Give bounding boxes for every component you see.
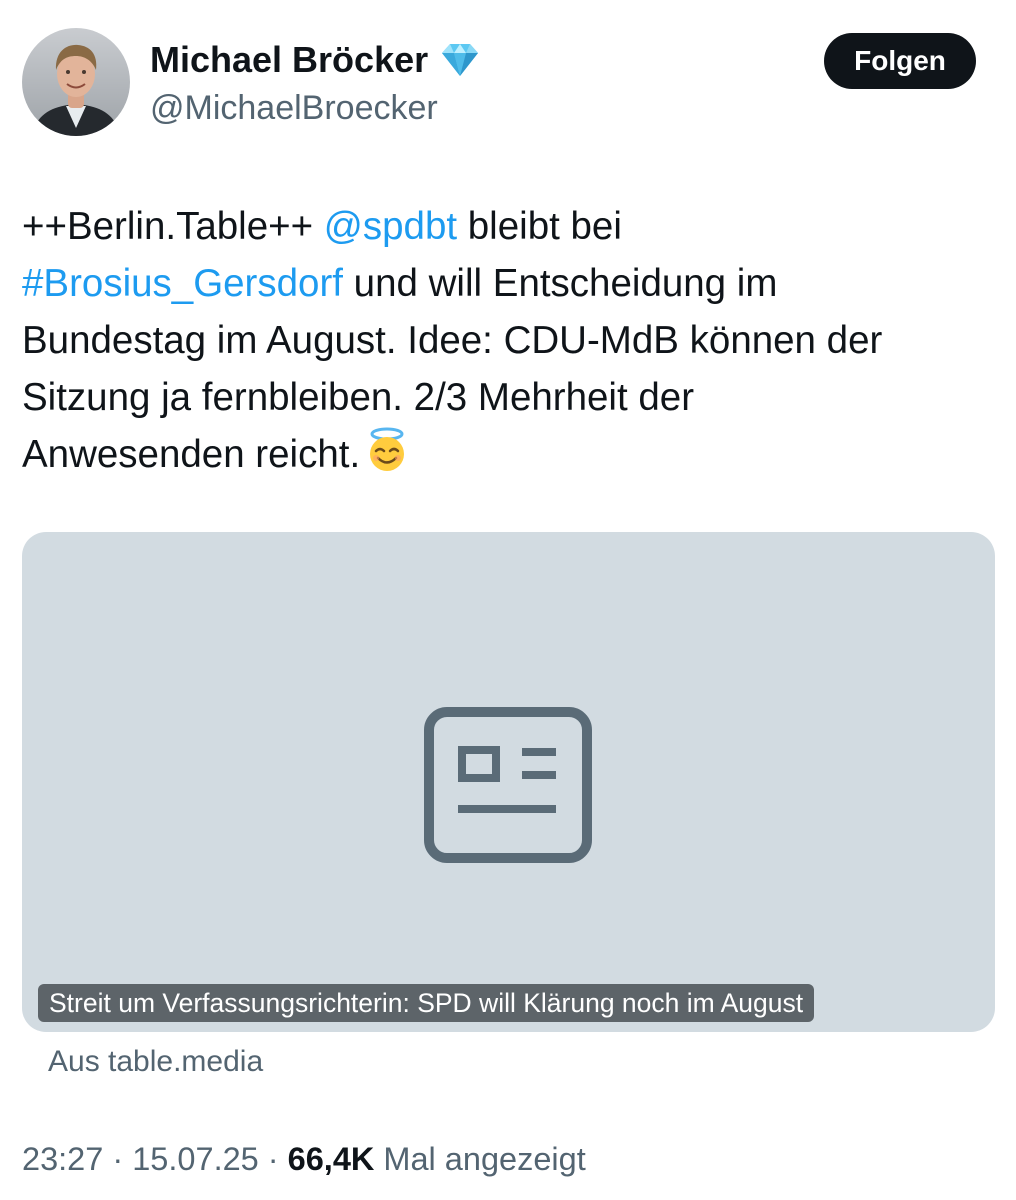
display-name[interactable]: Michael Bröcker (150, 38, 482, 82)
tweet-line-5: Anwesenden reicht. (22, 426, 994, 489)
follow-button[interactable]: Folgen (824, 33, 976, 89)
article-icon (424, 707, 592, 868)
smiling-face-with-halo-emoji (364, 427, 410, 489)
views-label: Mal angezeigt (374, 1141, 586, 1177)
avatar[interactable] (22, 28, 130, 136)
link-card[interactable]: Streit um Verfassungsrichterin: SPD will… (22, 532, 995, 1032)
tweet-date[interactable]: 15.07.25 (132, 1141, 259, 1177)
author-name: Michael Bröcker (150, 39, 429, 80)
tweet-line-2: #Brosius_Gersdorf und will Entscheidung … (22, 255, 994, 312)
tweet-text: ++Berlin.Table++ @spdbt bleibt bei #Bros… (22, 198, 994, 489)
hashtag-link[interactable]: #Brosius_Gersdorf (22, 262, 343, 305)
tweet-time[interactable]: 23:27 (22, 1141, 103, 1177)
tweet-line-3: Bundestag im August. Idee: CDU-MdB könne… (22, 319, 883, 362)
profile-photo (22, 28, 130, 136)
meta-separator: · (103, 1141, 133, 1177)
tweet-line-4: Sitzung ja fernbleiben. 2/3 Mehrheit der (22, 376, 695, 419)
card-source-link[interactable]: Aus table.media (48, 1040, 263, 1084)
tweet-meta: 23:27 · 15.07.25 · 66,4K Mal angezeigt (22, 1136, 586, 1182)
author-handle[interactable]: @MichaelBroecker (150, 86, 438, 130)
diamond-icon (438, 41, 482, 79)
tweet-text-segment: und will Entscheidung im (342, 262, 778, 305)
views-count[interactable]: 66,4K (288, 1141, 375, 1177)
tweet-text-segment: Anwesenden reicht. (22, 433, 361, 476)
tweet-text-segment: bleibt bei (457, 205, 622, 248)
card-title: Streit um Verfassungsrichterin: SPD will… (38, 984, 815, 1022)
meta-separator: · (258, 1141, 288, 1177)
tweet-text-segment: ++Berlin.Table++ (22, 205, 324, 248)
mention-link[interactable]: @spdbt (324, 205, 457, 248)
tweet-line-1: ++Berlin.Table++ @spdbt bleibt bei (22, 198, 994, 255)
